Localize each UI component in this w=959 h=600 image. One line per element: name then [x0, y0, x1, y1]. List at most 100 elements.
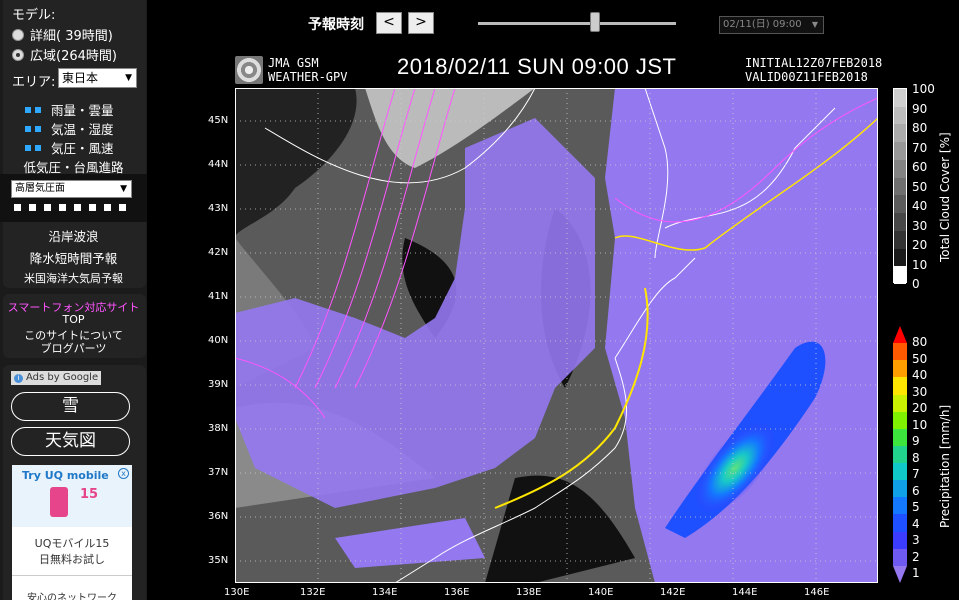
cloud-legend-swatch	[894, 124, 906, 143]
cloud-legend-label: 20	[912, 238, 928, 252]
ad-brand: Try UQ mobile	[22, 469, 109, 482]
area-label: エリア:	[12, 75, 56, 90]
precip-legend-swatch	[893, 445, 907, 464]
next-time-button[interactable]: >	[408, 12, 434, 34]
top-link[interactable]: TOP	[0, 313, 147, 326]
cloud-legend-swatch	[894, 142, 906, 160]
model-option-label: 広域(264時間)	[30, 49, 117, 64]
dot-icon[interactable]	[29, 204, 36, 211]
blog-link[interactable]: ブログパーツ	[0, 340, 147, 356]
radio-wide[interactable]	[12, 48, 24, 61]
lon-label: 140E	[588, 587, 614, 598]
lon-label: 130E	[224, 587, 250, 598]
ad-close-icon[interactable]: x	[118, 468, 129, 479]
ads-label: Ads by Google	[26, 372, 99, 383]
model-option-wide[interactable]: 広域(264時間)	[12, 45, 117, 64]
lat-label: 41N	[208, 291, 229, 302]
lon-label: 144E	[732, 587, 758, 598]
precip-legend-swatch	[893, 514, 907, 532]
source-label-2: WEATHER-GPV	[268, 70, 348, 84]
dot-icon[interactable]	[89, 204, 96, 211]
cloud-legend-swatch	[894, 177, 906, 196]
lat-label: 43N	[208, 203, 229, 214]
square-icon	[35, 106, 41, 113]
level-select-value: 高層気圧面	[15, 183, 65, 194]
precip-legend-swatch	[893, 531, 907, 549]
cloud-cover-area	[235, 88, 357, 238]
precip-legend-label: 4	[912, 516, 920, 531]
time-select[interactable]: 02/11(日) 09:00 ▼	[719, 16, 824, 34]
lat-label: 35N	[208, 555, 229, 566]
ad-button-weather-map[interactable]: 天気図	[11, 427, 130, 456]
cloud-legend-swatch	[894, 89, 906, 107]
cloud-legend-label: 10	[912, 257, 928, 272]
cloud-legend-label: 30	[912, 218, 928, 233]
layer-pressure-wind[interactable]: 気圧・風速	[25, 138, 114, 157]
cloud-legend-label: 40	[912, 199, 928, 213]
lon-label: 138E	[516, 587, 542, 598]
dot-icon[interactable]	[119, 204, 126, 211]
dot-icon[interactable]	[74, 204, 81, 211]
square-icon	[25, 125, 31, 132]
precip-legend-label: 40	[912, 368, 928, 382]
dot-icon[interactable]	[59, 204, 66, 211]
radio-detailed[interactable]	[12, 28, 24, 41]
link-noaa[interactable]: 米国海洋大気局予報	[0, 270, 147, 286]
precip-legend-swatch	[893, 565, 907, 583]
dot-icon[interactable]	[104, 204, 111, 211]
lat-label: 42N	[208, 247, 229, 258]
prev-time-button[interactable]: <	[376, 12, 402, 34]
precip-legend-swatch	[893, 343, 907, 361]
precip-legend-label: 10	[912, 417, 928, 432]
time-slider-track[interactable]	[478, 22, 676, 25]
ad-button-snow[interactable]: 雪	[11, 392, 130, 421]
lat-label: 40N	[208, 335, 229, 346]
link-short-precip[interactable]: 降水短時間予報	[0, 248, 147, 267]
map-layers	[235, 88, 878, 583]
precip-legend-label: 8	[912, 450, 920, 465]
dot-icon[interactable]	[44, 204, 51, 211]
time-slider-handle[interactable]	[589, 12, 600, 32]
info-icon: i	[14, 373, 23, 383]
link-coastal-waves[interactable]: 沿岸波浪	[0, 226, 147, 245]
area-select-value: 東日本	[62, 71, 99, 85]
forecast-label: 予報時刻	[308, 17, 364, 33]
lat-label: 45N	[208, 115, 229, 126]
square-icon	[25, 144, 31, 151]
level-select[interactable]: 高層気圧面 ▼	[11, 180, 132, 198]
cloud-legend-swatch	[894, 106, 906, 125]
cloud-legend-label: 90	[912, 101, 928, 116]
ad-banner[interactable]: Try UQ mobile x 15 UQモバイル15 日無料お試し 安心のネッ…	[12, 465, 132, 600]
cloud-legend-label: 100	[912, 82, 935, 96]
model-option-label: 詳細( 39時間)	[30, 29, 113, 44]
valid-time: VALID00Z11FEB2018	[745, 70, 868, 84]
layer-rain-cloud[interactable]: 雨量・雲量	[25, 100, 114, 119]
precipitation-legend-title: Precipitation [mm/h]	[938, 404, 952, 528]
precip-legend-swatch	[893, 463, 907, 481]
square-icon	[25, 106, 31, 113]
cloud-cover-legend-title: Total Cloud Cover [%]	[938, 132, 952, 262]
lat-label: 39N	[208, 379, 229, 390]
cloud-legend-swatch	[894, 266, 906, 284]
area-select[interactable]: 東日本 ▼	[58, 68, 137, 88]
phone-icon	[50, 487, 68, 517]
precip-legend-swatch	[893, 326, 907, 344]
precip-legend-label: 2	[912, 549, 920, 564]
precip-legend-swatch	[893, 480, 907, 498]
jma-logo	[235, 56, 263, 84]
cloud-cover-legend	[893, 88, 907, 284]
cloud-legend-swatch	[894, 230, 906, 249]
precip-area	[335, 518, 485, 568]
layer-temp-humidity[interactable]: 気温・湿度	[25, 119, 114, 138]
weather-map[interactable]	[235, 88, 878, 583]
cloud-legend-label: 80	[912, 121, 928, 135]
lon-label: 142E	[660, 587, 686, 598]
model-option-detailed[interactable]: 詳細( 39時間)	[12, 25, 113, 44]
precipitation-legend	[893, 326, 907, 583]
lat-label: 37N	[208, 467, 229, 478]
ads-by-google[interactable]: i Ads by Google	[11, 371, 102, 385]
square-icon	[35, 144, 41, 151]
dot-icon[interactable]	[14, 204, 21, 211]
square-icon	[35, 125, 41, 132]
chevron-down-icon: ▼	[120, 184, 127, 194]
